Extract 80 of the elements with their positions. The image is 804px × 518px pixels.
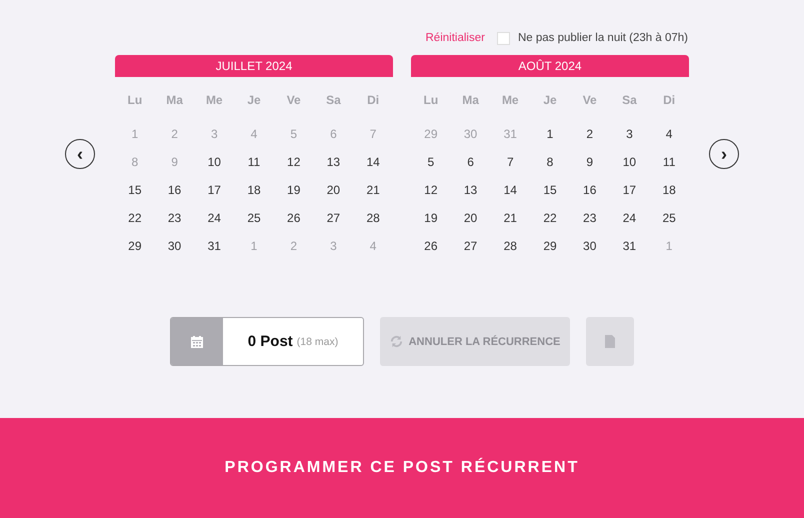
calendar-day[interactable]: 11 [662,148,676,176]
calendar-day[interactable]: 13 [464,176,478,204]
calendar-day[interactable]: 19 [287,176,300,204]
reset-link[interactable]: Réinitialiser [426,32,485,44]
calendar-day[interactable]: 31 [208,232,221,260]
month-header: JUILLET 2024 [115,55,393,77]
calendar-day[interactable]: 6 [467,148,474,176]
post-count: 0 Post [248,333,293,350]
weekday-label: Ma [166,92,183,109]
calendar-day[interactable]: 14 [504,176,517,204]
calendar-day[interactable]: 10 [622,148,636,176]
calendar-day[interactable]: 12 [424,176,438,204]
calendar-day[interactable]: 15 [543,176,557,204]
calendar-day[interactable]: 22 [128,204,142,232]
calendar-day[interactable]: 21 [366,176,380,204]
next-month-button[interactable]: › [709,139,739,169]
calendar-day[interactable]: 29 [543,232,557,260]
calendar-day[interactable]: 21 [504,204,517,232]
calendar-day[interactable]: 28 [504,232,517,260]
weekday-label: Je [247,92,261,109]
calendar-day[interactable]: 16 [583,176,596,204]
calendar-day[interactable]: 8 [546,148,554,176]
weekday-label: Lu [424,92,438,109]
post-limit: (18 max) [296,336,338,348]
calendar-day[interactable]: 28 [366,204,380,232]
calendar-day[interactable]: 31 [622,232,636,260]
weekday-label: Ve [582,92,597,109]
calendar-day[interactable]: 25 [662,204,676,232]
weekday-label: Me [206,92,223,109]
calendar-day[interactable]: 22 [543,204,557,232]
calendar-day[interactable]: 23 [583,204,596,232]
document-icon [605,335,615,348]
month-header: AOÛT 2024 [411,55,689,77]
weekday-label: Ma [462,92,479,109]
calendar-day[interactable]: 13 [326,148,340,176]
calendar-day[interactable]: 12 [287,148,300,176]
calendar-day[interactable]: 14 [366,148,380,176]
calendar-day[interactable]: 3 [626,120,633,148]
calendar-day[interactable]: 25 [247,204,261,232]
calendar-day[interactable]: 17 [208,176,221,204]
weekday-label: Di [663,92,676,109]
weekday-label: Je [543,92,557,109]
refresh-icon [390,335,403,348]
checkbox[interactable] [496,32,510,44]
calendar-day[interactable]: 30 [583,232,596,260]
weekday-label: Ve [286,92,301,109]
calendar-day[interactable]: 26 [287,204,300,232]
weekday-label: Sa [622,92,637,109]
calendar-day[interactable]: 26 [424,232,438,260]
calendar-day[interactable]: 20 [326,176,340,204]
previous-month-button[interactable]: ‹ [65,139,95,169]
checkbox-label: Ne pas publier la nuit (23h à 07h) [518,32,688,44]
calendar-day[interactable]: 18 [247,176,261,204]
weekday-label: Sa [326,92,341,109]
calendar-day[interactable]: 29 [128,232,142,260]
calendar-day[interactable]: 27 [326,204,340,232]
calendar-day[interactable]: 10 [208,148,221,176]
calendar-day[interactable]: 24 [208,204,221,232]
calendar-day[interactable]: 9 [586,148,594,176]
calendar-day[interactable]: 23 [168,204,182,232]
schedule-button[interactable]: PROGRAMMER CE POST RÉCURRENT [0,418,804,518]
calendar-day[interactable]: 27 [464,232,478,260]
calendar-day[interactable]: 24 [622,204,636,232]
calendar-day[interactable]: 15 [128,176,142,204]
calendar-day[interactable]: 30 [168,232,182,260]
calendar-day[interactable]: 20 [464,204,478,232]
calendar-day[interactable]: 5 [428,148,434,176]
calendar-day[interactable]: 17 [622,176,636,204]
weekday-label: Me [502,92,519,109]
calendar-icon [191,336,203,348]
calendar-day[interactable]: 1 [546,120,554,148]
weekday-label: Lu [128,92,142,109]
weekday-label: Di [367,92,380,109]
calendar-day[interactable]: 11 [248,148,260,176]
calendar-day[interactable]: 4 [666,120,672,148]
calendar-day[interactable]: 18 [662,176,676,204]
calendar-day[interactable]: 7 [506,148,514,176]
calendar-day[interactable]: 2 [586,120,594,148]
calendar-day[interactable]: 16 [168,176,182,204]
calendar-day[interactable]: 19 [424,204,438,232]
